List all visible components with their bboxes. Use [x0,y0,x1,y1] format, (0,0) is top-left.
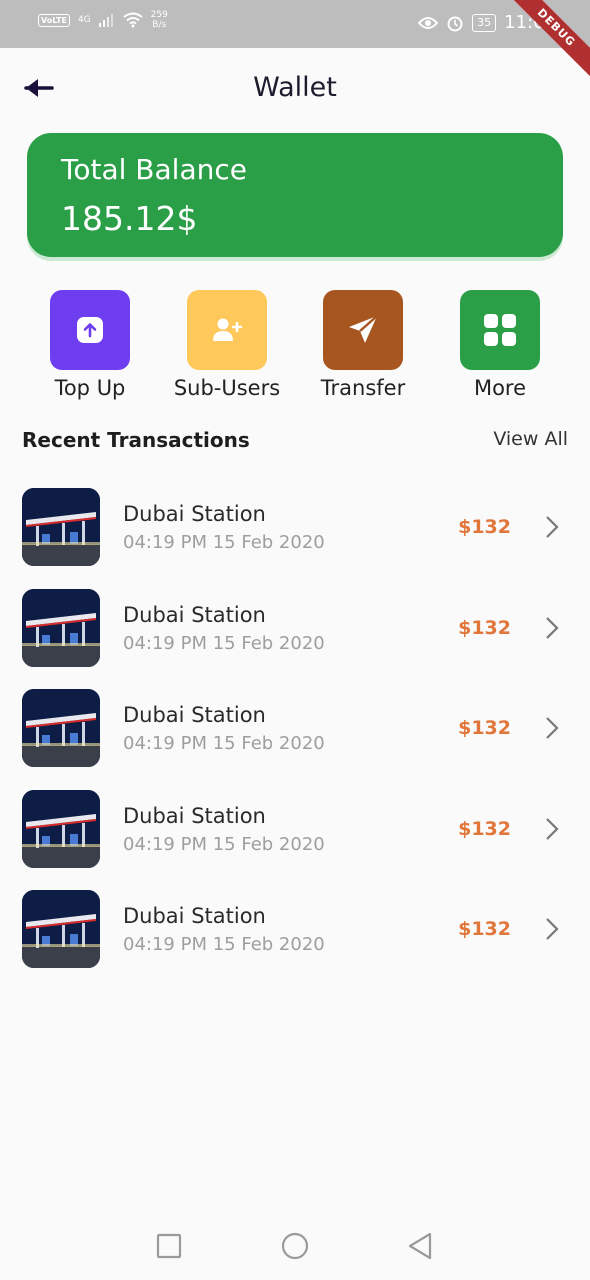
transaction-amount: $132 [458,918,511,940]
more-icon-box[interactable] [460,290,540,370]
chevron-right-icon[interactable] [544,616,560,640]
chevron-right-icon[interactable] [544,515,560,539]
net-speed-unit: B/s [152,20,167,30]
transfer-button[interactable]: Transfer [293,290,433,400]
transaction-date: 04:19 PM 15 Feb 2020 [123,532,325,553]
balance-amount: 185.12$ [61,199,198,238]
gas-station-image [22,488,100,566]
grid-icon [484,314,516,346]
chevron-right-icon[interactable] [544,917,560,941]
station-thumbnail [22,488,100,566]
top-up-button[interactable]: Top Up [20,290,160,400]
transaction-name: Dubai Station [123,703,266,727]
chevron-right-icon[interactable] [544,716,560,740]
status-bar: VoLTE 4G 259 B/s 35 11:00 DEBUG [0,0,590,85]
transaction-row[interactable]: Dubai Station 04:19 PM 15 Feb 2020 $132 [0,588,590,690]
network-type: 4G [77,15,91,25]
recent-apps-icon[interactable] [155,1232,183,1260]
arrow-up-circle-icon [77,317,103,343]
gas-station-image [22,789,100,868]
transaction-row[interactable]: Dubai Station 04:19 PM 15 Feb 2020 $132 [0,789,590,891]
transaction-name: Dubai Station [123,602,266,627]
station-thumbnail [22,588,100,667]
transfer-label: Transfer [320,376,406,400]
station-thumbnail [22,890,100,968]
net-speed: 259 B/s [151,10,168,30]
more-label: More [473,376,527,400]
transfer-icon-box[interactable] [323,290,403,370]
sub-users-label: Sub-Users [173,376,281,400]
top-up-label: Top Up [54,376,126,400]
battery-indicator: 35 [472,13,497,32]
quick-actions: Top Up Sub-Users Transfer More [0,290,590,410]
recent-transactions-title: Recent Transactions [22,428,250,452]
home-icon[interactable] [280,1232,310,1260]
transaction-amount: $132 [458,817,511,840]
alarm-icon [447,16,463,31]
net-speed-value: 259 [150,10,168,20]
transaction-name: Dubai Station [123,803,266,828]
gas-station-image [22,689,100,767]
transaction-date: 04:19 PM 15 Feb 2020 [123,934,325,955]
sub-users-button[interactable]: Sub-Users [157,290,297,400]
gas-station-image [22,890,100,968]
wifi-icon [123,12,143,28]
sub-users-icon-box[interactable] [187,290,267,370]
transaction-amount: $132 [458,616,511,639]
transaction-name: Dubai Station [123,904,266,928]
station-thumbnail [22,689,100,767]
back-triangle-icon[interactable] [406,1232,434,1260]
page-title: Wallet [253,72,337,103]
transaction-date: 04:19 PM 15 Feb 2020 [123,833,325,855]
more-button[interactable]: More [430,290,570,400]
recent-transactions-header: Recent Transactions View All [22,428,568,458]
status-left: VoLTE 4G 259 B/s [38,10,168,30]
eye-icon [418,16,439,29]
balance-card: Total Balance 185.12$ [27,133,563,257]
transaction-row[interactable]: Dubai Station 04:19 PM 15 Feb 2020 $132 [0,689,590,790]
chevron-right-icon[interactable] [544,817,560,841]
transaction-date: 04:19 PM 15 Feb 2020 [123,733,325,754]
signal-icon [98,14,113,27]
transaction-list: Dubai Station 04:19 PM 15 Feb 2020 $132 … [0,488,590,991]
transaction-name: Dubai Station [123,502,266,526]
view-all-link[interactable]: View All [493,428,568,450]
volte-badge: VoLTE [38,13,70,27]
add-user-icon [213,318,243,341]
transaction-date: 04:19 PM 15 Feb 2020 [123,632,325,654]
station-thumbnail [22,789,100,868]
transaction-row[interactable]: Dubai Station 04:19 PM 15 Feb 2020 $132 [0,890,590,991]
system-nav-bar [0,1212,590,1280]
top-up-icon-box[interactable] [50,290,130,370]
transaction-row[interactable]: Dubai Station 04:19 PM 15 Feb 2020 $132 [0,488,590,589]
app-bar: Wallet [0,48,590,130]
gas-station-image [22,588,100,667]
balance-label: Total Balance [61,153,247,186]
transaction-amount: $132 [458,717,511,739]
send-icon [349,315,378,343]
transaction-amount: $132 [458,516,511,538]
